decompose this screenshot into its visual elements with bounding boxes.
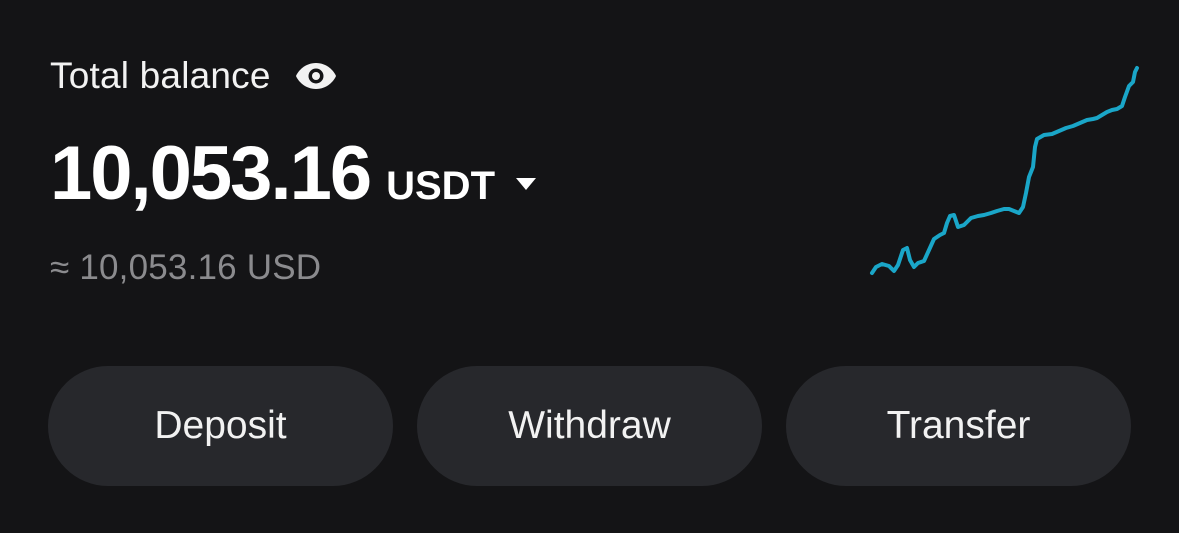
- fiat-equivalent: ≈ 10,053.16 USD: [50, 248, 322, 287]
- sparkline-path: [870, 66, 1139, 275]
- total-balance-label: Total balance: [50, 55, 271, 96]
- eye-icon[interactable]: [295, 55, 337, 97]
- balance-amount: 10,053.16: [50, 131, 372, 216]
- currency-code: USDT: [386, 164, 495, 208]
- deposit-button[interactable]: Deposit: [48, 366, 393, 486]
- balance-amount-row: 10,053.16 USDT: [50, 130, 537, 217]
- action-buttons: Deposit Withdraw Transfer: [48, 366, 1131, 486]
- balance-card: Total balance 10,053.16 USDT ≈ 10,053.16…: [0, 0, 1179, 533]
- balance-label-row: Total balance: [50, 54, 337, 98]
- eye-icon-glyph: [295, 63, 336, 89]
- currency-selector[interactable]: USDT: [386, 164, 537, 209]
- caret-down-icon: [515, 177, 537, 196]
- withdraw-button[interactable]: Withdraw: [417, 366, 762, 486]
- transfer-button[interactable]: Transfer: [786, 366, 1131, 486]
- balance-sparkline: [870, 66, 1139, 275]
